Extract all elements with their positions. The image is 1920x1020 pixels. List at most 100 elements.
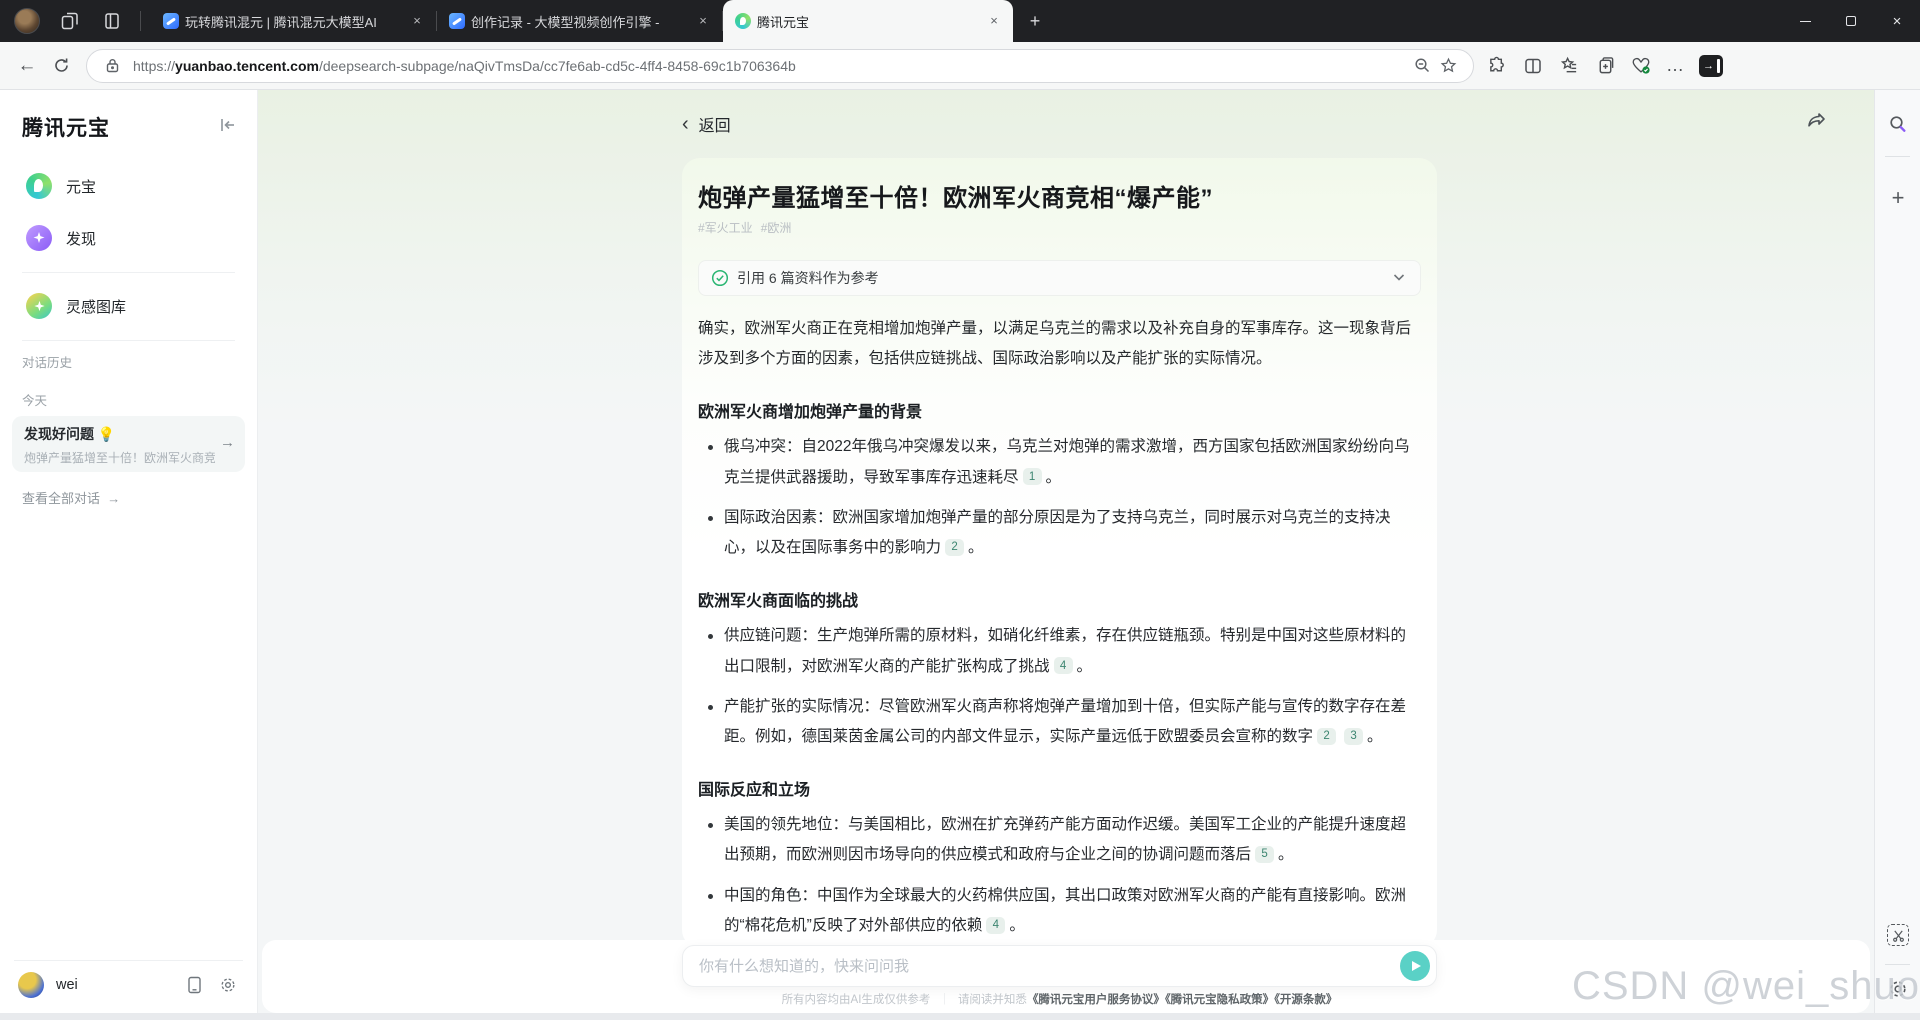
chat-input-wrap [682,945,1437,987]
citations-label: 引用 6 篇资料作为参考 [737,270,879,286]
chevron-down-icon[interactable] [1392,270,1408,286]
yuanbao-favicon-icon [735,13,751,29]
browser-toolbar: ← https://yuanbao.tencent.com/deepsearch… [0,42,1920,90]
sidebar-toggle-icon[interactable]: → [1699,54,1723,77]
window-controls: × [1782,0,1920,42]
bing-search-icon[interactable] [1886,112,1910,136]
refresh-button[interactable] [46,51,76,81]
privacy-policy-link[interactable]: 《腾讯元宝隐私政策》 [1165,994,1274,1006]
maximize-button[interactable] [1828,0,1874,42]
settings-more-icon[interactable]: … [1666,55,1685,76]
citation-badge[interactable]: 2 [1317,727,1337,745]
minimize-button[interactable] [1782,0,1828,42]
zoom-out-indicator-icon[interactable] [1409,53,1435,79]
citation-badge[interactable]: 5 [1255,846,1275,864]
back-label: 返回 [698,118,731,135]
user-avatar [18,972,44,998]
toolbar-actions: … → [1486,54,1723,77]
tab-close-icon[interactable]: × [694,12,712,30]
tag: #欧洲 [760,221,792,235]
brand-logo: 腾讯元宝 [22,116,110,140]
back-chevron-icon: ‹ [682,112,689,135]
mobile-app-icon[interactable] [183,974,205,996]
extensions-icon[interactable] [1486,55,1508,77]
workspaces-icon[interactable] [58,9,82,33]
bullet-item: 中国的角色：中国作为全球最大的火药棉供应国，其出口政策对欧洲军火商的产能有直接影… [698,881,1421,941]
service-agreement-link[interactable]: 《腾讯元宝用户服务协议》 [1027,994,1165,1006]
bullet-list: 美国的领先地位：与美国相比，欧洲在扩充弹药产能方面动作迟缓。美国军工企业的产能提… [698,810,1421,941]
favorite-star-icon[interactable] [1435,53,1461,79]
article-card: 炮弹产量猛增至十倍！欧洲军火商竞相“爆产能” #军火工业 #欧洲 引用 6 篇资… [682,158,1437,1013]
screenshot-snip-icon[interactable] [1886,923,1910,947]
section-heading: 国际反应和立场 [698,782,811,800]
add-sidebar-item-icon[interactable]: + [1886,185,1910,210]
check-circle-icon [711,269,729,287]
chat-input[interactable] [682,945,1437,987]
tab-creation-record[interactable]: 创作记录 - 大模型视频创作引擎 - × [437,0,722,42]
window-bottom-edge [0,1013,1920,1020]
tab-close-icon[interactable]: × [408,12,426,30]
citation-badge[interactable]: 4 [986,916,1006,934]
page-back-button[interactable]: ‹ 返回 [682,112,731,136]
open-conversation-arrow-icon[interactable]: → [220,434,235,451]
send-arrow-icon [1412,961,1421,971]
citation-badge[interactable]: 1 [1022,468,1042,486]
tab-separator [140,11,141,31]
view-all-conversations-link[interactable]: 查看全部对话 → [22,488,120,507]
tab-bar: 玩转腾讯混元 | 腾讯混元大模型AI × 创作记录 - 大模型视频创作引擎 - … [0,0,1920,42]
browser-window: 玩转腾讯混元 | 腾讯混元大模型AI × 创作记录 - 大模型视频创作引擎 - … [0,0,1920,1020]
citation-badge[interactable]: 4 [1053,657,1073,675]
csdn-watermark: CSDN @wei_shuo [1571,964,1920,1008]
send-button[interactable] [1400,951,1430,981]
gallery-sparkle-icon [26,293,52,319]
browser-profile-avatar[interactable] [14,8,40,34]
citation-badge[interactable]: 3 [1344,727,1364,745]
article-sections: 欧洲军火商增加炮弹产量的背景 俄乌冲突：自2022年俄乌冲突爆发以来，乌克兰对炮弹… [698,398,1421,1013]
browser-essentials-icon[interactable] [1630,55,1652,77]
yuanbao-sidebar: 腾讯元宝 元宝 发现 灵感图库 对话历史 今天 发现好问题 💡 炮弹产量猛增至十… [0,90,258,1013]
tab-yuanbao-active[interactable]: 腾讯元宝 × [723,0,1013,42]
tab-title: 玩转腾讯混元 | 腾讯混元大模型AI [185,14,377,30]
deepsearch-subpage: ‹ 返回 炮弹产量猛增至十倍！欧洲军火商竞相“爆产能” #军火工业 #欧洲 引用… [258,90,1874,1013]
collapse-sidebar-icon[interactable] [219,116,239,136]
disclaimer-text: 所有内容均由AI生成仅供参考 [781,994,931,1006]
bullet-item: 俄乌冲突：自2022年俄乌冲突爆发以来，乌克兰对炮弹的需求激增，西方国家包括欧洲… [698,432,1421,492]
discover-sparkle-icon [26,225,52,251]
address-bar[interactable]: https://yuanbao.tencent.com/deepsearch-s… [86,48,1474,83]
bullet-list: 供应链问题：生产炮弹所需的原材料，如硝化纤维素，存在供应链瓶颈。特别是中国对这些… [698,621,1421,752]
conversation-item[interactable]: 发现好问题 💡 炮弹产量猛增至十倍！欧洲军火商竞... → [12,416,245,472]
tag: #军火工业 [698,221,753,235]
user-profile-row[interactable]: wei [0,963,257,1007]
open-source-terms-link[interactable]: 《开源条款》 [1274,994,1337,1006]
user-name: wei [56,977,78,993]
tab-close-icon[interactable]: × [985,12,1003,30]
copilot-notebook-icon[interactable] [1594,55,1616,77]
sidebar-item-gallery[interactable]: 灵感图库 [12,282,245,330]
bullet-list: 俄乌冲突：自2022年俄乌冲突爆发以来，乌克兰对炮弹的需求激增，西方国家包括欧洲… [698,432,1421,563]
new-tab-button[interactable]: + [1021,7,1049,35]
citation-badge[interactable]: 2 [945,538,965,556]
nav-label: 元宝 [66,178,97,196]
edge-side-rail: + [1874,90,1920,1013]
bullet-item: 美国的领先地位：与美国相比，欧洲在扩充弹药产能方面动作迟缓。美国军工企业的产能提… [698,810,1421,870]
tab-hunyuan-play[interactable]: 玩转腾讯混元 | 腾讯混元大模型AI × [151,0,436,42]
bullet-item: 供应链问题：生产炮弹所需的原材料，如硝化纤维素，存在供应链瓶颈。特别是中国对这些… [698,621,1421,681]
nav-label: 灵感图库 [66,298,127,316]
share-icon[interactable] [1806,110,1830,134]
lock-icon[interactable] [99,53,125,79]
divider [14,960,243,961]
vertical-tabs-icon[interactable] [100,9,124,33]
settings-gear-icon[interactable] [217,974,239,996]
split-screen-icon[interactable] [1522,55,1544,77]
disclaimer-footer: 所有内容均由AI生成仅供参考｜请阅读并知悉《腾讯元宝用户服务协议》《腾讯元宝隐私… [781,994,1338,1006]
collections-icon[interactable] [1558,55,1580,77]
back-button[interactable]: ← [12,51,42,81]
divider [22,340,235,341]
close-window-button[interactable]: × [1874,0,1920,42]
bullet-item: 国际政治因素：欧洲国家增加炮弹产量的部分原因是为了支持乌克兰，同时展示对乌克兰的… [698,503,1421,563]
sidebar-item-yuanbao[interactable]: 元宝 [12,162,245,210]
hunyuan-favicon-icon [449,13,465,29]
sidebar-item-discover[interactable]: 发现 [12,214,245,262]
today-label: 今天 [22,394,48,408]
citations-accordion[interactable]: 引用 6 篇资料作为参考 [698,260,1421,296]
